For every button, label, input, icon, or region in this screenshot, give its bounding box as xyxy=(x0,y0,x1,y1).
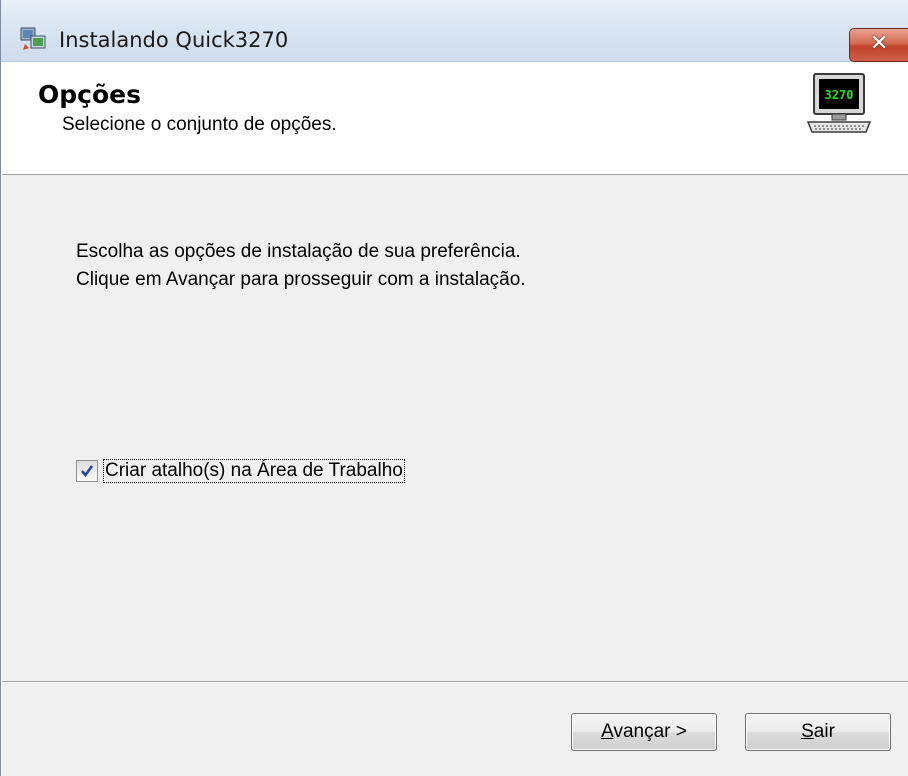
content-area: Escolha as opções de instalação de sua p… xyxy=(2,175,908,776)
checkmark-icon xyxy=(81,465,94,478)
page-title: Opções xyxy=(38,80,141,109)
exit-label: air xyxy=(813,721,835,742)
close-button[interactable]: ✕ xyxy=(849,28,908,62)
close-icon: ✕ xyxy=(870,31,889,56)
next-label: vançar > xyxy=(613,721,687,742)
installer-icon xyxy=(20,27,46,50)
exit-accelerator: S xyxy=(801,721,814,742)
next-button[interactable]: Avançar > xyxy=(571,713,717,751)
instruction-line-1: Escolha as opções de instalação de sua p… xyxy=(76,241,521,262)
create-shortcut-label[interactable]: Criar atalho(s) na Área de Trabalho xyxy=(103,459,405,483)
create-shortcut-option[interactable]: Criar atalho(s) na Área de Trabalho xyxy=(76,457,405,485)
title-bar: Instalando Quick3270 ✕ xyxy=(1,0,908,62)
page-header: Opções Selecione o conjunto de opções. 3… xyxy=(2,62,908,175)
create-shortcut-checkbox[interactable] xyxy=(76,460,98,482)
exit-button[interactable]: Sair xyxy=(745,713,891,751)
terminal-3270-text: 3270 xyxy=(825,88,854,102)
page-subtitle: Selecione o conjunto de opções. xyxy=(62,114,337,135)
footer-separator xyxy=(2,681,908,683)
instruction-line-2: Clique em Avançar para prosseguir com a … xyxy=(76,269,526,290)
window-title: Instalando Quick3270 xyxy=(59,28,289,52)
next-accelerator: A xyxy=(601,721,614,742)
installer-window: Instalando Quick3270 ✕ Opções Selecione … xyxy=(0,0,908,776)
terminal-3270-icon: 3270 xyxy=(806,73,872,133)
